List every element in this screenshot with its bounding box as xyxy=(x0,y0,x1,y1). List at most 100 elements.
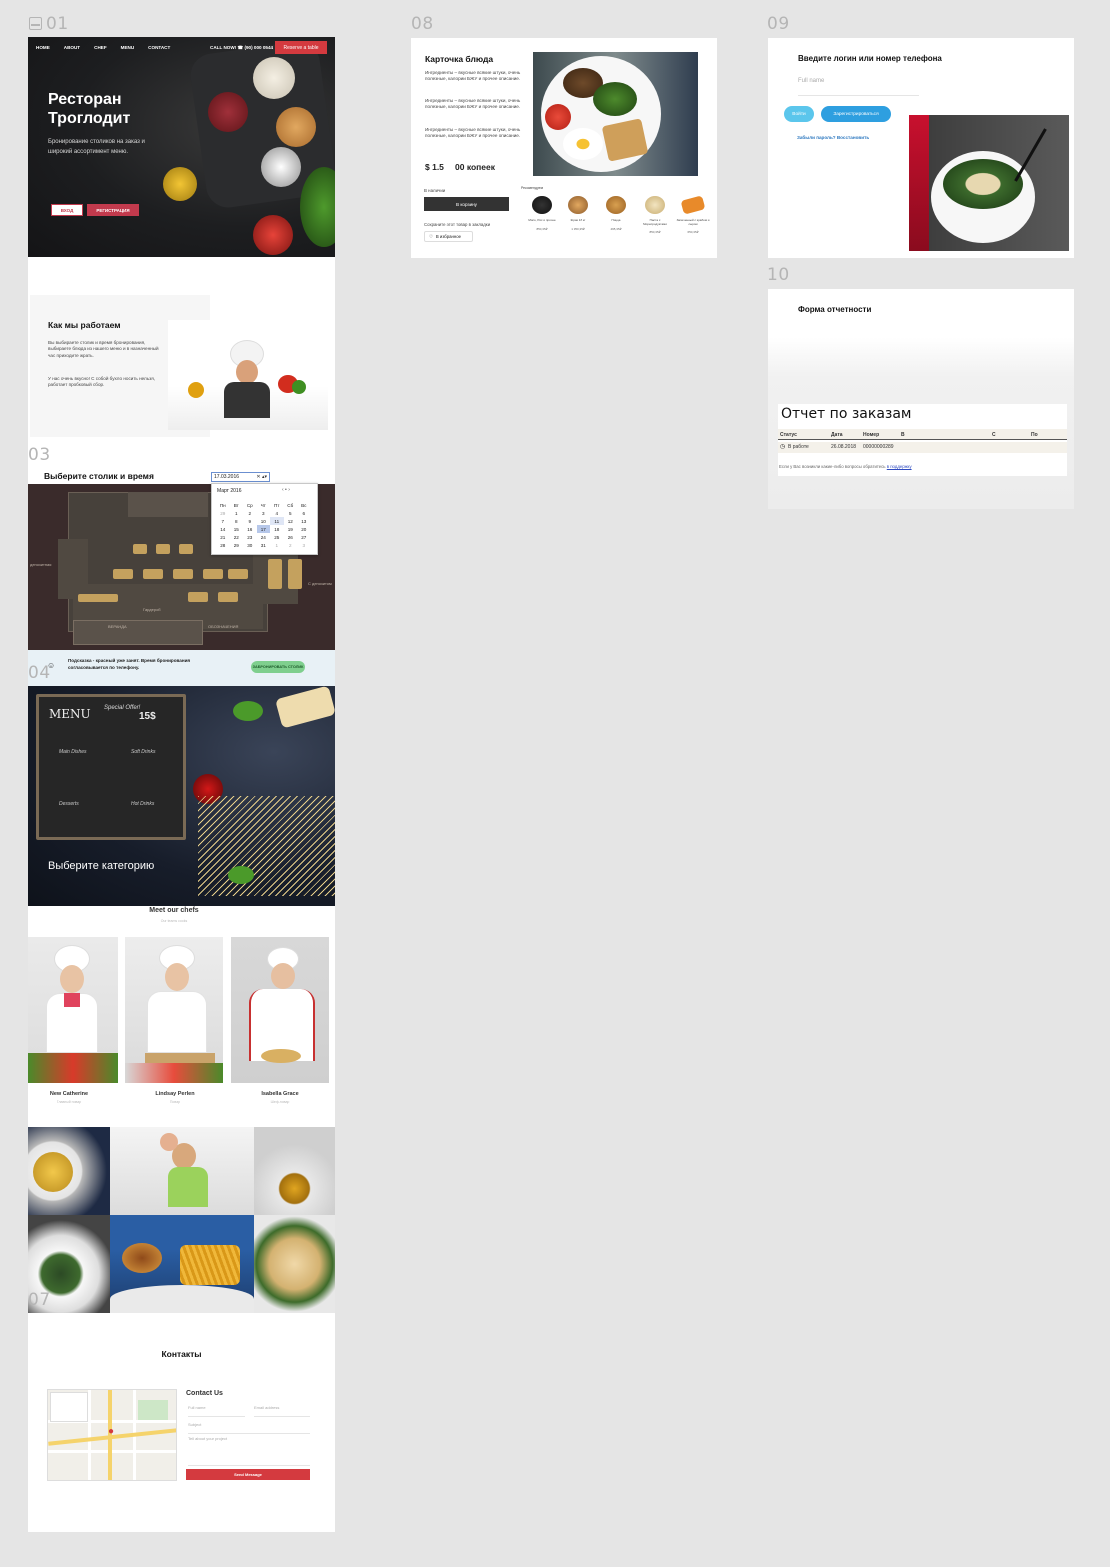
favorite-button[interactable]: ♡ В избранное xyxy=(424,231,473,242)
calendar-day[interactable]: 25 xyxy=(270,533,284,541)
rec-item[interactable]: Мясо, Рис и прочее 850,35₽ xyxy=(525,194,559,234)
hero-title: Ресторан Троглодит xyxy=(48,91,131,127)
calendar-day[interactable]: 1 xyxy=(270,541,284,549)
nav-chef[interactable]: CHEF xyxy=(94,45,107,50)
calendar-day[interactable]: 19 xyxy=(284,525,298,533)
map-pin-icon: ● xyxy=(108,1426,115,1437)
calendar-month[interactable]: Март 2016 xyxy=(217,488,241,494)
table-row[interactable]: ◷ В работе 26.08.2018 00000000289 xyxy=(778,442,1067,453)
calendar-day[interactable]: 26 xyxy=(284,533,298,541)
calendar-day[interactable]: 10 xyxy=(257,517,271,525)
menu-item: Hot Drinks xyxy=(131,801,155,807)
dish-description: Ингредиенты – вкусные всякие штуки, очен… xyxy=(425,70,521,82)
column-number[interactable]: Номер xyxy=(863,432,879,438)
calendar-day[interactable]: 11 xyxy=(270,517,284,525)
calendar-day[interactable]: 22 xyxy=(230,533,244,541)
calendar-day[interactable]: 13 xyxy=(297,517,311,525)
date-dropdown-icon[interactable]: ✕ ▴▾ xyxy=(256,474,269,480)
calendar-day[interactable]: 29 xyxy=(216,509,230,517)
rec-item[interactable]: Жрак 1б кг 1 350,35₽ xyxy=(561,194,595,234)
name-field[interactable]: Full name xyxy=(188,1405,245,1417)
calendar-nav-icons[interactable]: ‹ • › xyxy=(282,487,290,493)
email-field[interactable]: Email address xyxy=(254,1405,310,1417)
rec-name: Жрак 1б кг xyxy=(570,218,586,222)
calendar-day[interactable]: 21 xyxy=(216,533,230,541)
chef-photo-3 xyxy=(231,937,329,1083)
support-link[interactable]: в поддержку xyxy=(887,464,912,469)
hint-bar: ☺ Подсказка - красный уже занят. Время б… xyxy=(28,650,335,686)
subject-field[interactable]: Subject xyxy=(188,1422,310,1434)
calendar-day[interactable]: 5 xyxy=(284,509,298,517)
send-message-button[interactable]: Send Message xyxy=(186,1469,310,1480)
register-button[interactable]: РЕГИСТРАЦИЯ xyxy=(87,204,139,216)
calendar-day[interactable]: 30 xyxy=(243,541,257,549)
calendar-day[interactable]: 2 xyxy=(284,541,298,549)
calendar-day[interactable]: 2 xyxy=(243,509,257,517)
calendar-day[interactable]: 29 xyxy=(230,541,244,549)
nav-contact[interactable]: CONTACT xyxy=(148,45,170,50)
date-input-value: 17.03.2016 xyxy=(214,474,240,480)
rec-name: Пицца xyxy=(611,218,621,222)
gallery-photo xyxy=(28,1127,110,1215)
frame-label-07: 07 xyxy=(28,1290,51,1310)
rec-name: Паста с Морепродуктами xyxy=(643,218,667,226)
calendar-day[interactable]: 9 xyxy=(243,517,257,525)
login-button[interactable]: ВХОД xyxy=(51,204,83,216)
calendar-day[interactable]: 8 xyxy=(230,517,244,525)
message-field[interactable]: Tell about your project xyxy=(188,1436,310,1466)
menu-item: Main Dishes xyxy=(59,749,87,755)
reserve-table-button[interactable]: Reserve a table xyxy=(275,41,327,54)
calendar-day[interactable]: 23 xyxy=(243,533,257,541)
column-to[interactable]: По xyxy=(1031,432,1038,438)
calendar-day[interactable]: 6 xyxy=(297,509,311,517)
login-name-field[interactable]: Full name xyxy=(798,78,919,96)
chef-photo-2 xyxy=(125,937,223,1083)
add-to-cart-button[interactable]: В корзину xyxy=(424,197,509,211)
nav-bar: HOME ABOUT CHEF MENU CONTACT CALL NOW! ☎… xyxy=(36,41,328,55)
calendar-day[interactable]: 24 xyxy=(257,533,271,541)
login-register-button[interactable]: Зарегистрироваться xyxy=(821,106,891,122)
gallery-photo xyxy=(110,1215,254,1313)
book-table-button[interactable]: ЗАБРОНИРОВАТЬ СТОЛИК xyxy=(251,661,305,673)
calendar-day[interactable]: 15 xyxy=(230,525,244,533)
calendar-day[interactable]: 12 xyxy=(284,517,298,525)
calendar-day[interactable]: 27 xyxy=(297,533,311,541)
weekday: Сб xyxy=(287,502,294,508)
rec-item[interactable]: Запеченный с крабом и сыром 650,35₽ xyxy=(674,194,712,234)
calendar-day[interactable]: 1 xyxy=(230,509,244,517)
calendar-day[interactable]: 28 xyxy=(216,541,230,549)
rec-price: 1 350,35₽ xyxy=(571,227,585,231)
calendar-day[interactable]: 16 xyxy=(243,525,257,533)
calendar-day[interactable]: 20 xyxy=(297,525,311,533)
calendar-day[interactable]: 4 xyxy=(270,509,284,517)
forgot-password-link[interactable]: Забыли пароль? Восстановить xyxy=(797,135,869,140)
login-enter-button[interactable]: Войти xyxy=(784,106,814,122)
column-from[interactable]: С xyxy=(992,432,996,438)
menu-item: Soft Drinks xyxy=(131,749,156,755)
menu-category-title[interactable]: Выберите категорию xyxy=(48,860,154,872)
nav-home[interactable]: HOME xyxy=(36,45,50,50)
calendar-day[interactable]: 3 xyxy=(297,541,311,549)
column-status[interactable]: Статус xyxy=(780,432,797,438)
date-input[interactable]: 17.03.2016 ✕ ▴▾ xyxy=(211,472,270,482)
calendar-day[interactable]: 14 xyxy=(216,525,230,533)
calendar-day[interactable]: 31 xyxy=(257,541,271,549)
row-status: В работе xyxy=(788,444,809,450)
rec-item[interactable]: Пицца 495,35₽ xyxy=(599,194,633,234)
calendar-day[interactable]: 3 xyxy=(257,509,271,517)
tomato-bowl-image xyxy=(253,215,293,255)
nav-about[interactable]: ABOUT xyxy=(64,45,80,50)
column-in[interactable]: В xyxy=(901,432,905,438)
rec-item[interactable]: Паста с Морепродуктами 850,35₽ xyxy=(638,194,672,234)
calendar-day[interactable]: 7 xyxy=(216,517,230,525)
map[interactable]: ● xyxy=(47,1389,177,1481)
heart-icon: ♡ xyxy=(429,233,433,239)
column-date[interactable]: Дата xyxy=(831,432,843,438)
nav-menu[interactable]: MENU xyxy=(121,45,135,50)
menu-board-title: MENU xyxy=(49,707,91,721)
clock-icon: ◷ xyxy=(780,444,786,450)
menu-price: 15$ xyxy=(139,711,156,722)
floor-label-left: депозитная xyxy=(30,562,52,567)
calendar-day-selected[interactable]: 17 xyxy=(256,525,270,533)
calendar-day[interactable]: 18 xyxy=(270,525,284,533)
